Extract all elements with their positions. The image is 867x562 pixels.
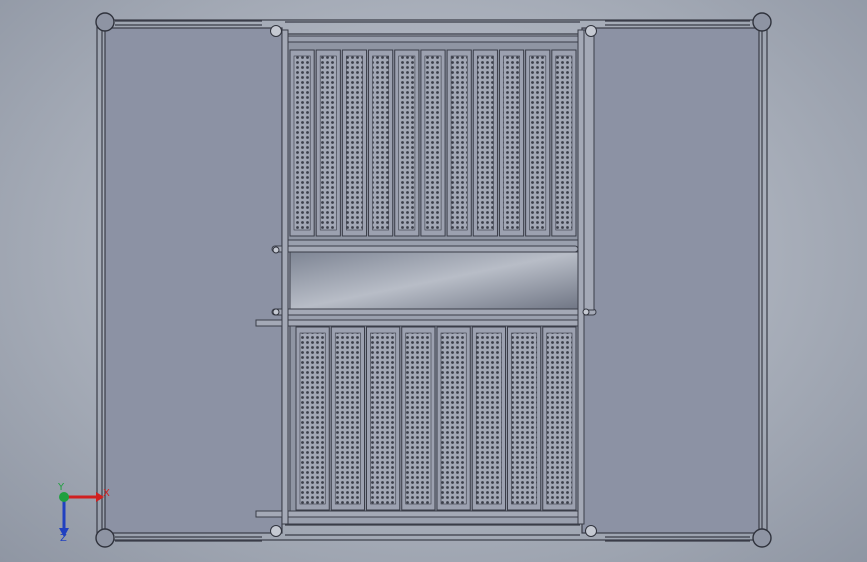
bottom-grille-perforation: [440, 332, 467, 505]
right-door-panel: [581, 27, 760, 534]
x-axis-label: X: [103, 488, 110, 499]
left-door-panel: [104, 27, 283, 534]
top-grille-perforation: [476, 55, 494, 231]
top-grille-perforation: [319, 55, 337, 231]
bottom-grille-perforation: [299, 332, 326, 505]
bottom-grille-perforation: [546, 332, 573, 505]
top-grille-perforation: [555, 55, 573, 231]
bottom-grille-perforation: [475, 332, 502, 505]
top-grille-perforation: [450, 55, 468, 231]
top-grille-perforation: [529, 55, 547, 231]
z-axis-label: Z: [60, 533, 67, 544]
top-grille-perforation: [346, 55, 363, 231]
top-grille-perforation: [424, 55, 442, 231]
cad-viewport[interactable]: X Y Z: [0, 0, 867, 562]
top-grille-perforation: [293, 55, 311, 231]
middle-opening: [289, 251, 579, 311]
top-grille-perforation: [398, 55, 416, 231]
bottom-grille-perforation: [405, 332, 432, 505]
bottom-grille-perforation: [511, 332, 538, 505]
y-axis-dot: [59, 492, 69, 502]
bottom-grille-perforation: [334, 332, 361, 505]
bottom-grille-perforation: [370, 332, 397, 505]
top-bay-grilles: [289, 49, 577, 237]
y-axis-label: Y: [57, 482, 65, 493]
top-grille-perforation: [503, 55, 520, 231]
top-grille-perforation: [372, 55, 390, 231]
